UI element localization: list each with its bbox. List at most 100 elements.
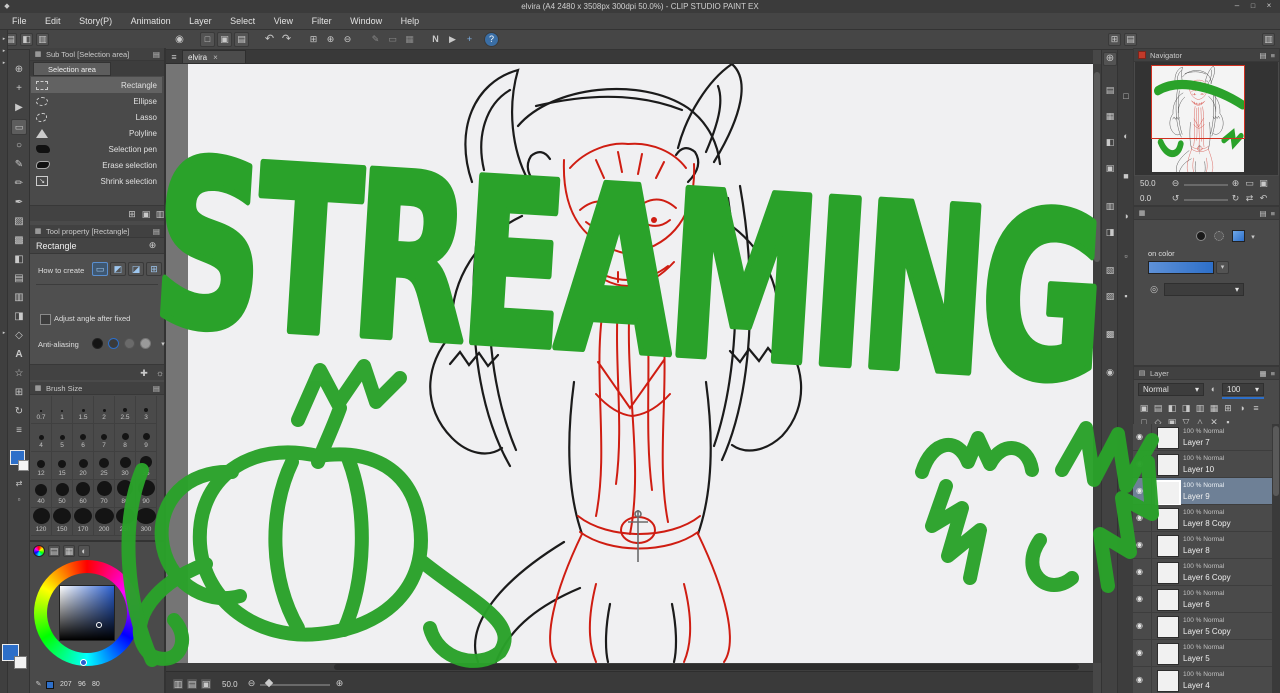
rotate-left-icon[interactable]: ↺ [1170, 193, 1181, 204]
dock-icon[interactable]: ▸ [1, 60, 7, 66]
layer-thumbnail[interactable] [1157, 535, 1179, 557]
panel-tab-icon[interactable]: ▤ [1104, 84, 1116, 96]
brush-size-option[interactable]: 70 [94, 480, 115, 508]
canvas-tab[interactable]: elvira × [182, 50, 246, 64]
layer-name[interactable]: Layer 4 [1183, 681, 1210, 690]
correction-tool-icon[interactable]: ↻ [11, 404, 27, 420]
brush-size-option[interactable]: 300 [136, 508, 157, 536]
undo-icon[interactable]: ↶ [262, 32, 277, 47]
brush-size-option[interactable]: 7 [94, 424, 115, 452]
layer-row[interactable]: ◉ 100 % Normal Layer 8 [1133, 532, 1272, 559]
vertical-scrollbar[interactable] [1093, 64, 1101, 663]
transparent-color-icon[interactable]: ▫ [11, 494, 27, 506]
zoom-out-icon[interactable]: ⊖ [340, 32, 355, 47]
brush-size-option[interactable]: 80 [115, 480, 136, 508]
menu-select[interactable]: Select [222, 13, 263, 30]
layer-name[interactable]: Layer 8 [1183, 546, 1210, 555]
dock-icon[interactable]: ▸ [1, 48, 7, 54]
save-icon[interactable]: ▤ [234, 32, 249, 47]
panel-tab-icon[interactable]: ◑ [1120, 210, 1132, 222]
navigator-rotate-slider[interactable] [1184, 199, 1228, 201]
visibility-eye-icon[interactable]: ◉ [1136, 541, 1143, 549]
search-icon[interactable]: ⊕ [147, 240, 158, 251]
panel-menu-icon[interactable]: ≡ [1271, 369, 1275, 378]
brush-size-option[interactable]: 30 [115, 452, 136, 480]
crop-icon[interactable]: ⊞ [306, 32, 321, 47]
brush-size-option[interactable]: 3 [136, 396, 157, 424]
panel-menu-icon[interactable]: ▤ [153, 227, 160, 236]
two-pane-icon[interactable]: ⊞ [1222, 402, 1234, 414]
subtool-item-ellipse[interactable]: Ellipse [31, 93, 162, 109]
aa-weak-option[interactable] [108, 338, 119, 349]
aa-strong-option[interactable] [140, 338, 151, 349]
layer-name[interactable]: Layer 6 Copy [1183, 573, 1231, 582]
subtool-item-lasso[interactable]: Lasso [31, 109, 162, 125]
flip-horizontal-icon[interactable]: ⇄ [1244, 193, 1255, 204]
subtool-item-rectangle[interactable]: Rectangle [31, 77, 162, 93]
layer-thumbnail[interactable] [1157, 616, 1179, 638]
select-arrow-icon[interactable]: ▶ [445, 32, 460, 47]
panel-tab-icon[interactable]: ▩ [1104, 328, 1116, 340]
panel-tab-icon[interactable]: ◨ [1104, 226, 1116, 238]
magic-wand-tool-icon[interactable]: ○ [11, 138, 27, 154]
open-file-icon[interactable]: ▣ [217, 32, 232, 47]
horizontal-scrollbar[interactable] [166, 663, 1093, 671]
visibility-eye-icon[interactable]: ◉ [1136, 595, 1143, 603]
blend-mode-dropdown[interactable]: Normal ▾ [1138, 383, 1204, 396]
aa-middle-option[interactable] [124, 338, 135, 349]
reset-view-icon[interactable]: ↶ [1258, 193, 1269, 204]
brush-size-option[interactable]: 40 [31, 480, 52, 508]
layer-name[interactable]: Layer 7 [1183, 438, 1210, 447]
layer-color-icon[interactable]: ▦ [1208, 402, 1220, 414]
layer-name[interactable]: Layer 5 Copy [1183, 627, 1231, 636]
expression-gray-radio[interactable] [1214, 231, 1224, 241]
create-new-selection-icon[interactable]: ▭ [92, 262, 108, 276]
blend-tool-icon[interactable]: ▤ [11, 271, 27, 287]
reference-layer-icon[interactable]: ◨ [1180, 402, 1192, 414]
gradient-tool-icon[interactable]: ◨ [11, 309, 27, 325]
expression-color-chip[interactable] [1232, 230, 1245, 242]
sub-color-swatch[interactable] [14, 656, 27, 669]
brush-size-option[interactable]: 1.5 [73, 396, 94, 424]
brush-size-option[interactable]: 90 [136, 480, 157, 508]
zoom-out-icon[interactable]: ⊖ [246, 678, 257, 689]
zoom-in-icon[interactable]: ⊕ [1230, 178, 1241, 189]
decoration-tool-icon[interactable]: ▩ [11, 233, 27, 249]
expression-color-radio[interactable] [1196, 231, 1206, 241]
show-hide-icon[interactable]: ◉ [172, 32, 187, 47]
clip-to-layer-icon[interactable]: ◧ [1166, 402, 1178, 414]
panel-arrange-icon[interactable]: ▥ [36, 33, 49, 46]
vertical-scrollbar-thumb[interactable] [1094, 72, 1100, 262]
menu-window[interactable]: Window [342, 13, 390, 30]
fit-screen-icon[interactable]: ▥ [172, 678, 184, 690]
subtool-item-erase-selection[interactable]: Erase selection [31, 157, 162, 173]
menu-file[interactable]: File [4, 13, 35, 30]
layer-row[interactable]: ◉ 100 % Normal Layer 8 Copy [1133, 505, 1272, 532]
brush-size-option[interactable]: 150 [52, 508, 73, 536]
subtool-item-shrink-selection[interactable]: ↘ Shrink selection [31, 173, 162, 189]
panel-tab-icon[interactable]: ▫ [1120, 250, 1132, 262]
brush-size-option[interactable]: 4 [31, 424, 52, 452]
brush-size-option[interactable]: 20 [73, 452, 94, 480]
menu-layer[interactable]: Layer [181, 13, 220, 30]
panel-tab-icon[interactable]: ▤ [1124, 33, 1137, 46]
wrench-icon[interactable]: ✚ [138, 367, 150, 379]
layer-row[interactable]: ◉ 100 % Normal Layer 5 [1133, 640, 1272, 667]
fit-icon[interactable]: ▭ [1244, 178, 1255, 189]
navigator-title[interactable]: Navigator [1150, 51, 1256, 60]
brush-size-option[interactable]: 5 [52, 424, 73, 452]
hue-cursor[interactable] [80, 659, 87, 666]
menu-filter[interactable]: Filter [304, 13, 340, 30]
balloon-tool-icon[interactable]: ☆ [11, 366, 27, 382]
layer-list-scrollbar[interactable] [1272, 424, 1280, 693]
sv-cursor[interactable] [96, 622, 102, 628]
snap-rect-icon[interactable]: ▭ [385, 32, 400, 47]
visibility-eye-icon[interactable]: ◉ [1136, 676, 1143, 684]
redo-icon[interactable]: ↷ [279, 32, 294, 47]
rotate-right-icon[interactable]: ↻ [1230, 193, 1241, 204]
visibility-eye-icon[interactable]: ◉ [1136, 487, 1143, 495]
panel-tab-icon[interactable]: ◧ [1104, 136, 1116, 148]
fit-page-icon[interactable]: ▤ [186, 678, 198, 690]
opacity-field[interactable]: 100 ▾ [1222, 383, 1264, 396]
chevron-down-icon[interactable]: ▾ [1216, 261, 1229, 274]
